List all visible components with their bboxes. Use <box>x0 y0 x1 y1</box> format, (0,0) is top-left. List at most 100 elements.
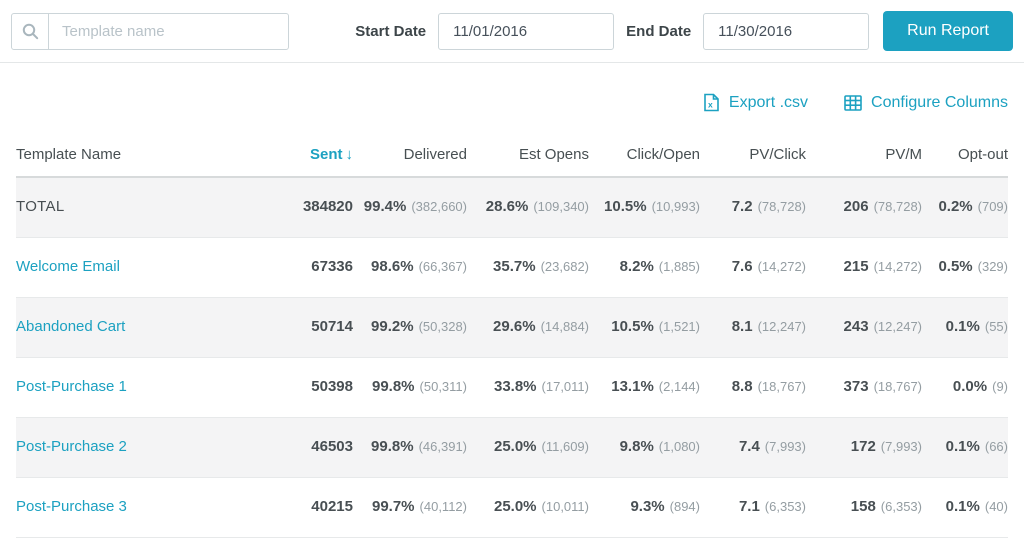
delivered-value: 99.7% <box>371 498 415 515</box>
est_opens-value: 35.7% <box>493 258 536 275</box>
opt_out-cell: 0.1% (55) <box>922 297 1008 357</box>
pv_click-count: (7,993) <box>764 439 806 454</box>
pv_m-count: (78,728) <box>873 199 922 215</box>
pv_click-cell: 7.4 (7,993) <box>700 417 806 477</box>
pv_click-value: 7.2 <box>731 198 753 216</box>
report-page: Start Date End Date Run Report x Export … <box>0 0 1024 538</box>
pv_click-value: 7.4 <box>738 438 760 455</box>
pv_m-cell: 215 (14,272) <box>806 237 922 297</box>
pv_m-count: (12,247) <box>873 319 922 334</box>
template-link[interactable]: Welcome Email <box>16 258 120 275</box>
delivered-value: 99.8% <box>371 378 415 395</box>
template-name-cell: Post-Purchase 2 <box>16 417 268 477</box>
sent-value: 50398 <box>311 378 353 395</box>
sort-desc-arrow-icon: ↓ <box>345 146 354 163</box>
opt_out-count: (329) <box>977 259 1008 274</box>
table-row: Welcome Email 67336 98.6% (66,367) 35.7% (23,… <box>16 237 1008 297</box>
column-header-click_open[interactable]: Click/Open <box>589 134 700 177</box>
start-date-input[interactable] <box>438 12 615 50</box>
est_opens-count: (11,609) <box>541 439 589 454</box>
pv_m-count: (14,272) <box>873 259 922 274</box>
delivered-count: (66,367) <box>418 259 467 274</box>
sent-cell: 67336 <box>268 237 353 297</box>
opt_out-value: 0.2% <box>938 198 973 216</box>
est_opens-value: 29.6% <box>493 318 536 335</box>
opt_out-count: (9) <box>992 379 1008 394</box>
click_open-value: 9.8% <box>619 438 654 455</box>
est_opens-count: (17,011) <box>541 379 589 394</box>
sent-cell: 50714 <box>268 297 353 357</box>
start-date-group: Start Date <box>343 12 615 50</box>
click_open-cell: 13.1% (2,144) <box>589 357 700 417</box>
est_opens-cell: 29.6% (14,884) <box>467 297 589 357</box>
template-link[interactable]: Abandoned Cart <box>16 318 125 335</box>
sent-value: 40215 <box>311 498 353 515</box>
sent-value: 67336 <box>311 258 353 275</box>
click_open-count: (1,080) <box>658 439 700 454</box>
pv_click-value: 8.8 <box>731 378 753 395</box>
column-header-name[interactable]: Template Name <box>16 134 268 177</box>
pv_m-count: (6,353) <box>880 499 922 514</box>
column-header-est_opens[interactable]: Est Opens <box>467 134 589 177</box>
run-report-button[interactable]: Run Report <box>883 11 1013 51</box>
pv_click-value: 8.1 <box>731 318 753 335</box>
template-link[interactable]: Post-Purchase 2 <box>16 438 127 455</box>
pv_click-count: (78,728) <box>757 199 806 215</box>
opt_out-cell: 0.2% (709) <box>922 177 1008 237</box>
delivered-count: (40,112) <box>419 499 467 514</box>
template-link[interactable]: Post-Purchase 3 <box>16 498 127 515</box>
template-link[interactable]: Post-Purchase 1 <box>16 378 127 395</box>
click_open-value: 13.1% <box>611 378 654 395</box>
click_open-count: (10,993) <box>651 199 700 215</box>
click_open-count: (1,885) <box>658 259 700 274</box>
column-header-pv_click[interactable]: PV/Click <box>700 134 806 177</box>
pv_m-value: 373 <box>843 378 869 395</box>
delivered-cell: 99.8% (50,311) <box>353 357 467 417</box>
pv_click-cell: 7.6 (14,272) <box>700 237 806 297</box>
end-date-group: End Date <box>614 12 870 50</box>
opt_out-value: 0.1% <box>945 498 980 515</box>
template-name-cell: TOTAL <box>16 177 268 237</box>
end-date-input[interactable] <box>703 12 870 50</box>
pv_m-cell: 373 (18,767) <box>806 357 922 417</box>
configure-columns-label: Configure Columns <box>871 93 1008 111</box>
pv_click-count: (18,767) <box>757 379 806 394</box>
delivered-value: 99.4% <box>363 198 407 216</box>
search-box <box>11 12 289 50</box>
delivered-cell: 99.8% (46,391) <box>353 417 467 477</box>
table-row: Post-Purchase 1 50398 99.8% (50,311) 33.8% (1… <box>16 357 1008 417</box>
est_opens-count: (109,340) <box>533 199 589 215</box>
column-header-pv_m[interactable]: PV/M <box>806 134 922 177</box>
delivered-cell: 98.6% (66,367) <box>353 237 467 297</box>
opt_out-count: (66) <box>984 439 1008 454</box>
toolbar: Start Date End Date Run Report <box>0 0 1024 62</box>
pv_m-value: 243 <box>843 318 869 335</box>
sent-cell: 40215 <box>268 477 353 537</box>
opt_out-count: (55) <box>984 319 1008 334</box>
column-header-opt_out[interactable]: Opt-out <box>922 134 1008 177</box>
search-input[interactable] <box>49 13 288 49</box>
end-date-label: End Date <box>626 22 692 40</box>
export-csv-link[interactable]: x Export .csv <box>703 93 808 112</box>
table-grid-icon <box>844 94 862 111</box>
delivered-count: (50,311) <box>419 379 467 394</box>
est_opens-count: (10,011) <box>541 499 589 514</box>
table-actions: x Export .csv Configure Columns <box>0 63 1024 134</box>
pv_click-count: (6,353) <box>764 499 806 514</box>
column-header-sent[interactable]: Sent ↓ <box>268 134 353 177</box>
opt_out-value: 0.1% <box>945 438 980 455</box>
click_open-cell: 8.2% (1,885) <box>589 237 700 297</box>
sent-cell: 384820 <box>268 177 353 237</box>
configure-columns-link[interactable]: Configure Columns <box>844 94 1008 112</box>
column-header-delivered[interactable]: Delivered <box>353 134 467 177</box>
click_open-count: (894) <box>669 499 700 514</box>
est_opens-count: (14,884) <box>540 319 589 334</box>
pv_click-value: 7.6 <box>731 258 753 275</box>
est_opens-value: 28.6% <box>485 198 529 216</box>
search-icon <box>12 13 49 49</box>
click_open-cell: 9.3% (894) <box>589 477 700 537</box>
table-row: Post-Purchase 3 40215 99.7% (40,112) 25.0% (1… <box>16 477 1008 537</box>
sent-value: 384820 <box>302 198 353 216</box>
sent-value: 46503 <box>311 438 353 455</box>
opt_out-count: (40) <box>984 499 1008 514</box>
